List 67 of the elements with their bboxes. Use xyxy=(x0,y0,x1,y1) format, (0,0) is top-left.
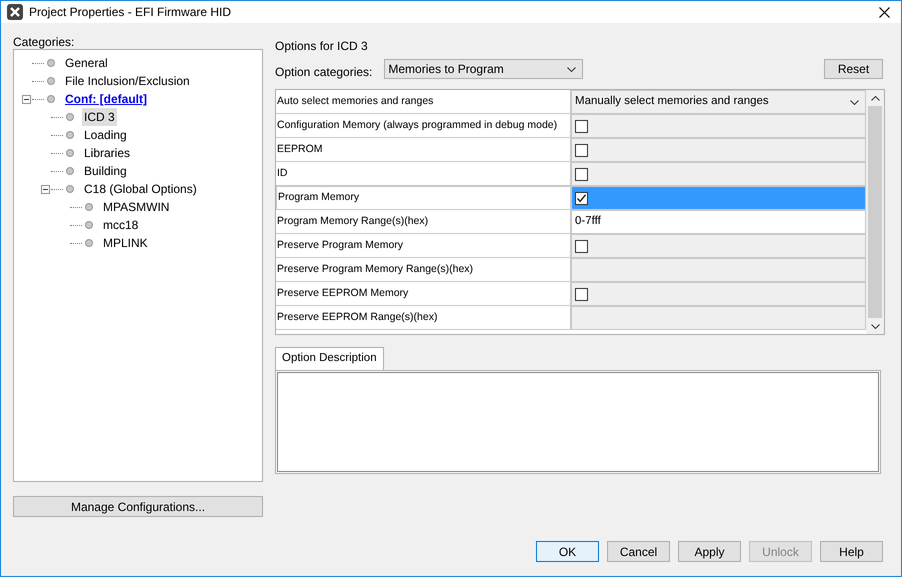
property-name: EEPROM xyxy=(277,142,323,157)
manage-configurations-button[interactable]: Manage Configurations... xyxy=(13,496,263,517)
node-bullet-icon xyxy=(47,95,55,103)
node-bullet-icon xyxy=(85,239,93,247)
tree-item[interactable]: Building xyxy=(82,162,129,180)
option-description-tab[interactable]: Option Description xyxy=(275,347,384,370)
node-bullet-icon xyxy=(85,221,93,229)
scroll-up-icon xyxy=(870,96,880,100)
value-field[interactable] xyxy=(571,258,866,282)
value-field[interactable] xyxy=(571,306,866,330)
dialog-button[interactable]: Help xyxy=(820,541,883,562)
property-row[interactable]: Preserve EEPROM Range(s)(hex) xyxy=(276,306,866,330)
options-title: Options for ICD 3 xyxy=(275,38,369,53)
value-field[interactable]: 0-7fff xyxy=(571,210,866,234)
reset-button[interactable]: Reset xyxy=(824,59,883,79)
categories-label: Categories: xyxy=(13,34,76,49)
app-logo-icon xyxy=(7,4,23,20)
tree-item[interactable]: C18 (Global Options) xyxy=(82,180,199,198)
tree-item[interactable]: Conf: [default] xyxy=(63,90,149,108)
node-bullet-icon xyxy=(47,77,55,85)
tree-item[interactable]: General xyxy=(63,54,110,72)
tree-item[interactable]: mcc18 xyxy=(101,216,140,234)
scrollbar[interactable] xyxy=(866,90,884,334)
property-row[interactable]: Preserve Program Memory Range(s)(hex) xyxy=(276,258,866,282)
option-categories-dropdown[interactable]: Memories to Program xyxy=(384,59,584,79)
property-name: ID xyxy=(277,166,288,181)
property-name: Configuration Memory (always programmed in debug mode) xyxy=(277,118,558,133)
checkbox[interactable] xyxy=(575,192,588,204)
collapse-icon[interactable] xyxy=(22,94,30,104)
node-bullet-icon xyxy=(47,59,55,67)
checkbox[interactable] xyxy=(575,120,588,132)
node-bullet-icon xyxy=(66,131,74,139)
checkbox[interactable] xyxy=(575,168,588,180)
value-dropdown[interactable]: Manually select memories and ranges xyxy=(571,90,866,114)
property-name: Preserve EEPROM Range(s)(hex) xyxy=(277,310,438,325)
property-name: Program Memory xyxy=(278,190,360,206)
property-name: Preserve Program Memory xyxy=(277,238,404,253)
chevron-down-icon xyxy=(850,100,859,104)
chevron-down-icon xyxy=(567,66,576,72)
tree-item[interactable]: Loading xyxy=(82,126,129,144)
tree-item[interactable]: ICD 3 xyxy=(82,108,117,126)
property-name: Preserve EEPROM Memory xyxy=(277,286,408,301)
checkbox[interactable] xyxy=(575,240,588,252)
window-title: Project Properties - EFI Firmware HID xyxy=(29,4,232,21)
tree-item[interactable]: Libraries xyxy=(82,144,132,162)
property-row[interactable]: Auto select memories and ranges Manually select memories and ranges xyxy=(276,90,866,114)
dialog-button[interactable]: OK xyxy=(536,541,599,562)
close-icon[interactable] xyxy=(878,6,890,18)
property-name: Auto select memories and ranges xyxy=(277,94,434,109)
property-row[interactable]: Program Memory Range(s)(hex) 0-7fff xyxy=(276,210,866,234)
checkbox[interactable] xyxy=(575,288,588,300)
dialog-button[interactable]: Cancel xyxy=(607,541,670,562)
node-bullet-icon xyxy=(66,167,74,175)
property-name: Preserve Program Memory Range(s)(hex) xyxy=(277,262,474,277)
node-bullet-icon xyxy=(85,203,93,211)
tree-item[interactable]: MPLINK xyxy=(101,234,150,252)
node-bullet-icon xyxy=(66,185,74,193)
tree-item[interactable]: MPASMWIN xyxy=(101,198,172,216)
tree-item[interactable]: File Inclusion/Exclusion xyxy=(63,72,192,90)
collapse-icon[interactable] xyxy=(40,184,50,194)
scroll-down-icon xyxy=(870,324,880,328)
node-bullet-icon xyxy=(66,149,74,157)
property-name: Program Memory Range(s)(hex) xyxy=(277,214,428,229)
dialog-button[interactable]: Apply xyxy=(678,541,741,562)
checkbox[interactable] xyxy=(575,144,588,156)
node-bullet-icon xyxy=(66,113,74,121)
option-categories-label: Option categories: xyxy=(275,64,372,81)
